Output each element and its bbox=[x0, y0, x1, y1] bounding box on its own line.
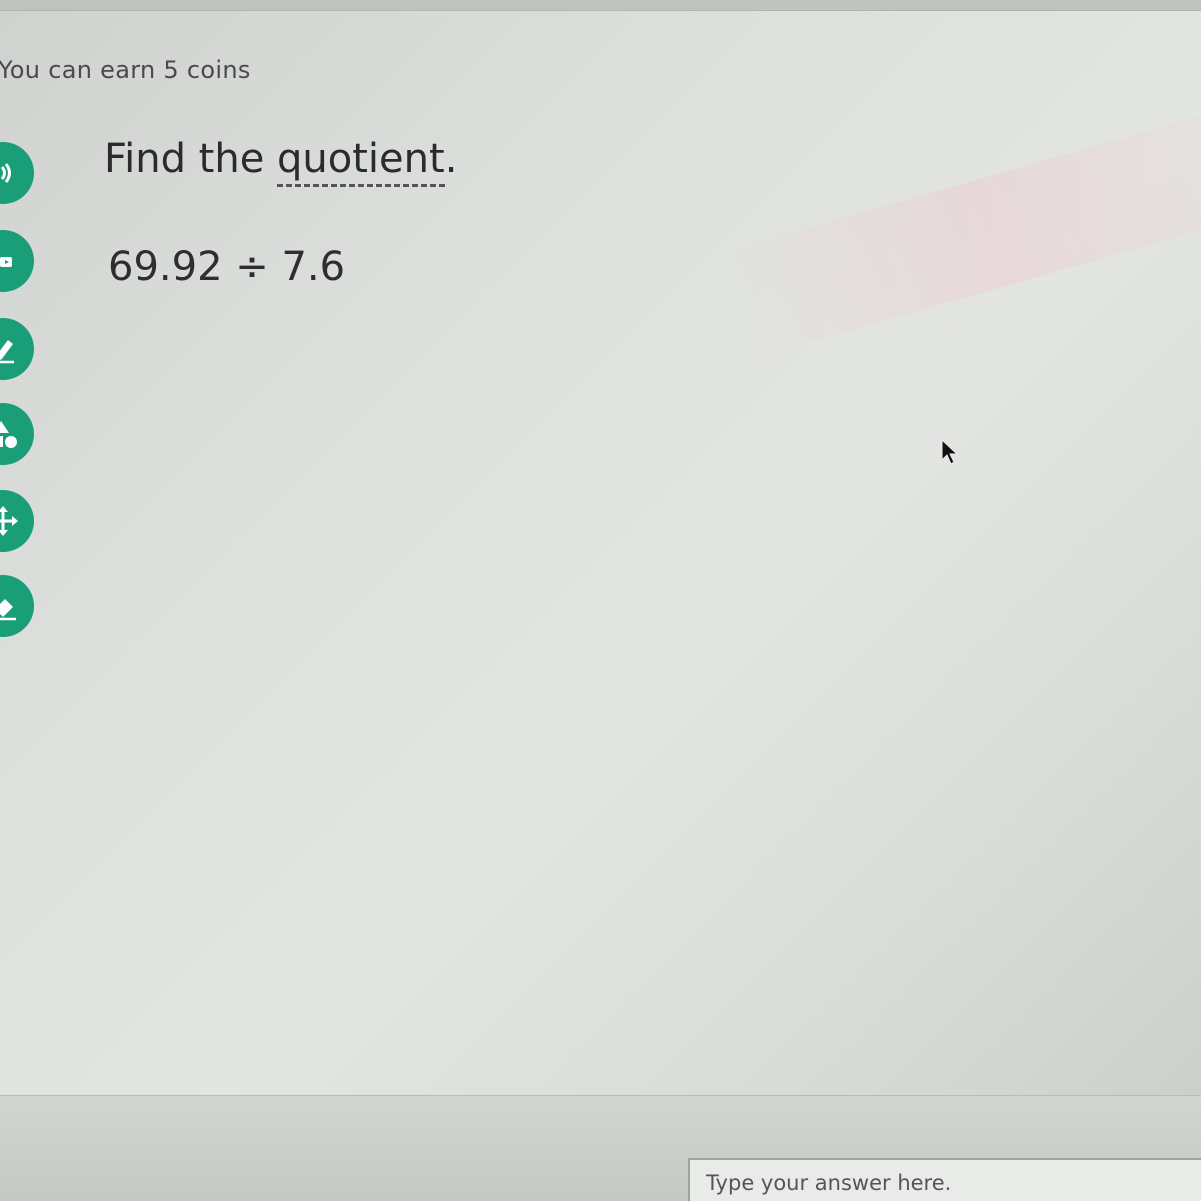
shapes-icon bbox=[0, 421, 17, 448]
read-aloud-button[interactable] bbox=[0, 230, 34, 292]
audio-icon bbox=[0, 163, 11, 183]
tool-sidebar bbox=[0, 0, 52, 700]
eraser-icon bbox=[0, 599, 16, 621]
answer-input[interactable] bbox=[704, 1170, 1188, 1196]
window-top-edge bbox=[0, 0, 1201, 11]
vocab-link-quotient[interactable]: quotient bbox=[277, 136, 445, 187]
screen-glare bbox=[724, 108, 1201, 358]
problem-expression: 69.92 ÷ 7.6 bbox=[108, 244, 346, 290]
read-aloud-icon bbox=[0, 257, 12, 267]
audio-button[interactable] bbox=[0, 142, 34, 204]
eraser-button[interactable] bbox=[0, 575, 34, 637]
question-prompt: Find the quotient. bbox=[104, 136, 458, 187]
answer-box[interactable] bbox=[688, 1158, 1201, 1201]
shapes-button[interactable] bbox=[0, 403, 34, 465]
mouse-cursor-icon bbox=[941, 438, 959, 465]
pencil-button[interactable] bbox=[0, 318, 34, 380]
pencil-icon bbox=[0, 340, 14, 364]
prompt-text: Find the bbox=[104, 136, 278, 182]
prompt-punctuation: . bbox=[444, 136, 458, 182]
move-icon bbox=[0, 506, 18, 536]
move-button[interactable] bbox=[0, 490, 34, 552]
